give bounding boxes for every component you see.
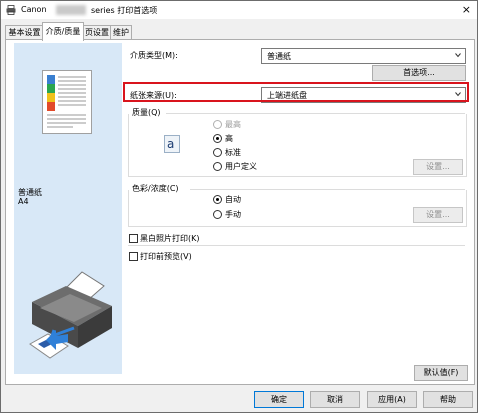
cancel-button[interactable]: 取消 [310, 391, 360, 408]
quality-sample-icon: a [164, 135, 180, 153]
color-auto-radio[interactable] [213, 195, 222, 204]
tab-media-quality[interactable]: 介质/质量 [42, 22, 84, 41]
preview-paper-size: A4 [18, 197, 29, 206]
quality-highest-radio[interactable] [213, 120, 222, 129]
quality-standard-radio[interactable] [213, 148, 222, 157]
quality-group-rule [166, 113, 465, 114]
quality-high-radio[interactable] [213, 134, 222, 143]
svg-text:a: a [167, 137, 174, 151]
color-manual-label: 手动 [225, 210, 241, 219]
media-preferences-button[interactable]: 首选项... [372, 65, 466, 81]
color-manual-radio[interactable] [213, 210, 222, 219]
close-button[interactable]: × [462, 3, 471, 17]
color-auto-label: 自动 [225, 195, 241, 204]
tab-maintenance[interactable]: 维护 [110, 25, 132, 40]
title-brand: Canon [21, 5, 47, 14]
printer-illustration-icon [29, 271, 112, 359]
quality-standard-label: 标准 [225, 148, 241, 157]
help-button[interactable]: 帮助 [423, 391, 473, 408]
quality-highest-label: 最高 [225, 120, 241, 129]
chevron-down-icon [455, 53, 461, 58]
preview-label: 打印前预览(V) [140, 252, 192, 261]
printing-preferences-window: Canon series 打印首选项 × 基本设置 介质/质量 页设置 维护 普… [0, 0, 478, 413]
color-settings-button[interactable]: 设置... [413, 207, 463, 223]
model-name-redacted [56, 5, 86, 15]
grayscale-label: 黑白照片打印(K) [140, 234, 200, 243]
preview-pane: 普通纸 A4 [14, 43, 122, 374]
defaults-button[interactable]: 默认值(F) [414, 365, 468, 381]
title-bar: Canon series 打印首选项 × [1, 1, 477, 19]
quality-settings-button[interactable]: 设置... [413, 159, 463, 175]
ok-button[interactable]: 确定 [254, 391, 304, 408]
tab-basic[interactable]: 基本设置 [5, 25, 44, 40]
quality-custom-label: 用户定义 [225, 162, 257, 171]
printer-icon [6, 5, 16, 15]
grayscale-checkbox[interactable] [129, 234, 138, 243]
quality-high-label: 高 [225, 134, 233, 143]
quality-custom-radio[interactable] [213, 162, 222, 171]
media-type-select[interactable]: 普通纸 [261, 48, 466, 64]
title-text: series 打印首选项 [91, 6, 158, 15]
preview-checkbox[interactable] [129, 252, 138, 261]
apply-button[interactable]: 应用(A) [367, 391, 417, 408]
media-type-label: 介质类型(M): [130, 51, 178, 60]
highlight-box [123, 82, 469, 102]
tab-page-setup[interactable]: 页设置 [82, 25, 112, 40]
paper-preview [42, 70, 92, 134]
document-preview-icon [47, 75, 86, 128]
divider [128, 245, 465, 246]
